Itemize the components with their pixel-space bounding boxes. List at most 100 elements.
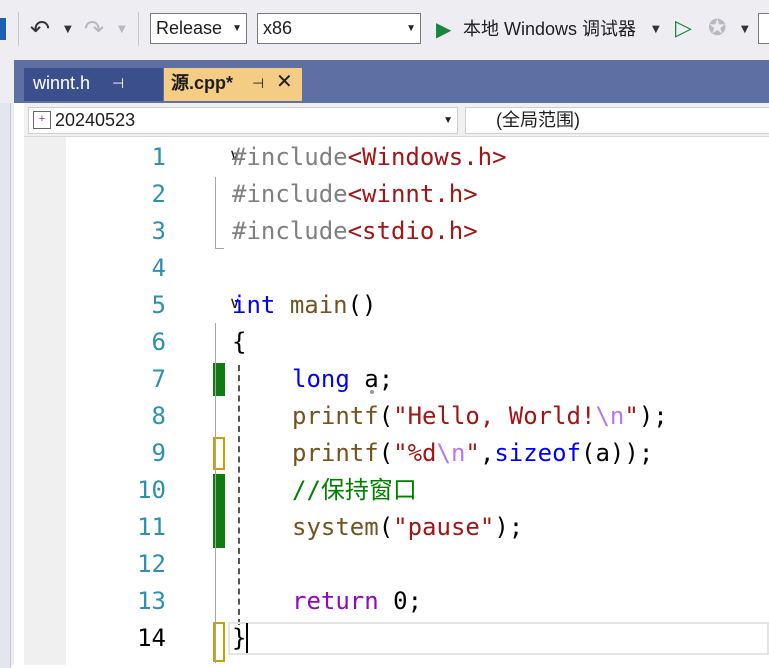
include-file: Windows.h: [362, 143, 493, 171]
punctuation: (): [347, 291, 377, 319]
redo-dropdown-icon[interactable]: ▼: [118, 18, 126, 42]
hot-reload-dropdown-icon[interactable]: ▼: [741, 18, 749, 42]
toolbar-separator: [18, 12, 19, 46]
punctuation: (: [378, 439, 394, 467]
code-line-11: system("pause");: [292, 509, 523, 546]
redo-icon[interactable]: ↷: [84, 14, 104, 44]
tab-label: 源.cpp*: [171, 73, 234, 93]
function-name: system: [292, 513, 379, 541]
keyword: long: [292, 365, 350, 393]
pin-icon[interactable]: ⊣: [252, 68, 264, 99]
outline-guide: [215, 177, 216, 249]
string-literal: ": [465, 439, 480, 467]
code-line-10-comment: //保持窗口: [292, 476, 417, 504]
project-select[interactable]: + 20240523 ▼: [28, 107, 458, 134]
punctuation: (: [378, 402, 394, 430]
code-line-13: return 0;: [292, 583, 422, 620]
code-line-14: }: [232, 624, 247, 652]
code-line-2: #include<winnt.h>: [232, 176, 478, 213]
angle-bracket: >: [463, 217, 478, 245]
angle-bracket: <: [347, 217, 363, 245]
indent-guide: [238, 365, 240, 625]
code-line-9: printf("%d\n",sizeof(a));: [292, 435, 653, 472]
include-file: stdio.h: [362, 217, 464, 245]
code-line-7: long a;: [292, 361, 393, 398]
code-text: 0;: [378, 587, 423, 615]
configuration-value: Release: [156, 18, 223, 38]
line-number: 11: [137, 513, 166, 541]
angle-bracket: >: [463, 180, 478, 208]
line-number: 5: [151, 291, 166, 319]
function-name: main: [289, 291, 348, 319]
punctuation: );: [638, 402, 668, 430]
debugger-dropdown-icon[interactable]: ▼: [652, 18, 660, 42]
solution-explorer-icon[interactable]: [0, 18, 6, 40]
close-icon[interactable]: ✕: [276, 67, 293, 98]
editor-margin: [24, 137, 66, 665]
preprocessor-directive: #include: [232, 143, 348, 171]
platform-select[interactable]: x86 ▼: [257, 13, 421, 44]
toolbar-separator: [138, 12, 139, 46]
code-line-1: #include<Windows.h>: [232, 139, 507, 176]
line-number: 2: [151, 180, 166, 208]
code-editor[interactable]: 1 2 3 4 5 6 7 8 9 10 11 12 13 14 ∨ ∨ #in…: [24, 137, 769, 665]
line-number: 7: [151, 365, 166, 393]
punctuation: );: [494, 513, 524, 541]
code-line-3: #include<stdio.h>: [232, 213, 478, 250]
line-number: 6: [151, 328, 166, 356]
code-line-6: {: [232, 328, 247, 356]
tab-source-cpp[interactable]: 源.cpp* ⊣ ✕: [164, 68, 302, 101]
document-tab-strip: winnt.h ⊣ 源.cpp* ⊣ ✕: [0, 60, 769, 103]
function-name: printf: [292, 439, 379, 467]
text-cursor: [246, 623, 248, 653]
preprocessor-directive: #include: [232, 180, 348, 208]
keyword: return: [292, 587, 379, 615]
undo-dropdown-icon[interactable]: ▼: [64, 18, 72, 42]
project-name: 20240523: [55, 110, 136, 130]
pin-icon[interactable]: ⊣: [112, 68, 124, 99]
line-number: 3: [151, 217, 166, 245]
string-literal: "%d: [393, 439, 437, 467]
navigation-bar: + 20240523 ▼ (全局范围): [24, 103, 769, 137]
chevron-down-icon: ▼: [406, 23, 416, 34]
scope-select[interactable]: (全局范围): [465, 107, 769, 134]
toolbar-overflow-box[interactable]: [758, 13, 769, 44]
start-debug-icon[interactable]: ▶: [436, 16, 451, 42]
preprocessor-directive: #include: [232, 217, 348, 245]
configuration-select[interactable]: Release ▼: [150, 13, 247, 44]
outline-guide: [215, 323, 216, 663]
escape-sequence: \n: [436, 439, 466, 467]
angle-bracket: <: [347, 143, 363, 171]
string-literal: "pause": [393, 513, 495, 541]
chevron-down-icon: ▼: [443, 115, 453, 126]
undo-icon[interactable]: ↶: [30, 14, 50, 44]
escape-sequence: \n: [595, 402, 625, 430]
line-number: 8: [151, 402, 166, 430]
start-without-debug-icon[interactable]: ▷: [675, 16, 692, 42]
scope-value: (全局范围): [496, 110, 580, 130]
quick-action-dot: [370, 390, 374, 394]
keyword: int: [232, 291, 276, 319]
line-number: 1: [151, 143, 166, 171]
line-number: 13: [137, 587, 166, 615]
hot-reload-icon[interactable]: ✪: [708, 14, 726, 44]
angle-bracket: >: [492, 143, 507, 171]
debugger-label[interactable]: 本地 Windows 调试器: [463, 14, 636, 44]
chevron-down-icon: ▼: [232, 23, 242, 34]
code-line-8: printf("Hello, World!\n");: [292, 398, 668, 435]
code-text: a;: [349, 365, 394, 393]
keyword: sizeof: [494, 439, 582, 467]
string-literal: ": [624, 402, 639, 430]
code-line-5: int main(): [232, 287, 377, 324]
project-icon: +: [33, 111, 51, 129]
outline-guide-end: [215, 248, 224, 249]
tab-label: winnt.h: [33, 73, 91, 93]
tab-winnt-h[interactable]: winnt.h ⊣: [24, 68, 163, 101]
line-number: 10: [137, 476, 166, 504]
punctuation: ,: [479, 439, 495, 467]
left-panel-strip[interactable]: [0, 103, 11, 668]
punctuation: (a));: [581, 439, 654, 467]
current-line-highlight: [228, 622, 769, 655]
left-tool-panel: [0, 60, 14, 668]
string-literal: "Hello, World!: [393, 402, 596, 430]
